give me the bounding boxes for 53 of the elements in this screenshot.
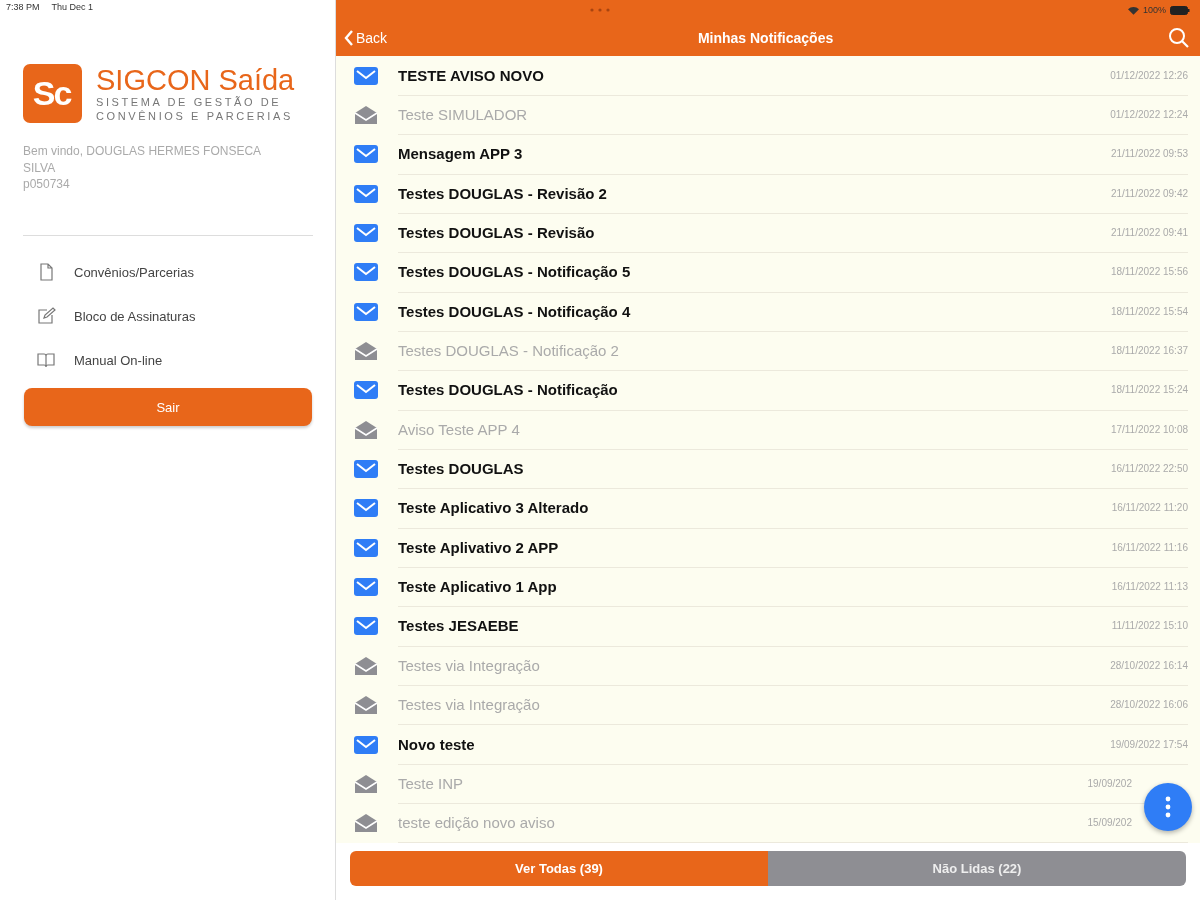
notification-date: 15/09/202 (1087, 817, 1133, 829)
menu-item[interactable]: Bloco de Assinaturas (74, 308, 196, 324)
notification-date: 11/11/2022 15:10 (1111, 620, 1188, 632)
notification-title[interactable]: Mensagem APP 3 (398, 145, 523, 163)
notification-title[interactable]: TESTE AVISO NOVO (398, 66, 544, 84)
notification-title[interactable]: Testes DOUGLAS - Revisão (398, 224, 595, 242)
notification-date: 18/11/2022 15:24 (1110, 384, 1188, 396)
notification-title[interactable]: Testes JESAEBE (398, 617, 519, 635)
notification-title[interactable]: Novo teste (398, 735, 475, 753)
notification-date: 21/11/2022 09:42 (1110, 187, 1188, 199)
notification-date: 19/09/202 (1087, 777, 1133, 789)
notification-date: 16/11/2022 11:13 (1111, 581, 1188, 593)
notification-date: 01/12/2022 12:24 (1110, 109, 1188, 120)
notification-date: 16/11/2022 22:50 (1110, 463, 1188, 475)
battery-icon (1170, 5, 1190, 15)
edit-icon (36, 306, 56, 326)
notification-title[interactable]: Testes DOUGLAS - Notificação 4 (398, 302, 631, 320)
chevron-left-icon[interactable] (344, 30, 354, 46)
battery-percent: 100% (1142, 5, 1166, 15)
notification-title[interactable]: Teste Aplicativo 1 App (398, 578, 557, 596)
notification-title[interactable]: Testes DOUGLAS - Revisão 2 (398, 184, 607, 202)
notification-date: 21/11/2022 09:41 (1110, 227, 1188, 239)
book-icon (36, 350, 56, 370)
wifi-icon (1127, 5, 1139, 15)
notification-date: 28/10/2022 16:14 (1110, 659, 1188, 671)
notification-date: 28/10/2022 16:06 (1110, 699, 1188, 711)
app-logo: Sc (23, 64, 82, 123)
notification-date: 16/11/2022 11:16 (1111, 541, 1188, 553)
notification-title[interactable]: Testes DOUGLAS - Notificação (398, 381, 618, 399)
notification-date: 21/11/2022 09:53 (1110, 148, 1188, 160)
status-date: Thu Dec 1 (51, 2, 94, 14)
screen-title: Minhas Notificações (696, 30, 835, 46)
notification-title[interactable]: Testes DOUGLAS (398, 460, 524, 478)
menu-item[interactable]: Convênios/Parcerias (74, 264, 194, 280)
status-time: 7:38 PM (6, 2, 40, 14)
notification-date: 18/11/2022 15:54 (1110, 305, 1188, 317)
search-icon[interactable] (1168, 27, 1190, 49)
notification-date: 01/12/2022 12:26 (1110, 69, 1188, 81)
app-subtitle: CONVÊNIOS E PARCERIAS (96, 108, 294, 123)
notification-title[interactable]: Teste Aplivativo 2 APP (398, 538, 559, 556)
notification-date: 16/11/2022 11:20 (1111, 502, 1188, 514)
notification-date: 19/09/2022 17:54 (1110, 738, 1188, 750)
notification-date: 18/11/2022 15:56 (1110, 266, 1188, 278)
notification-title[interactable]: Teste Aplicativo 3 Alterado (398, 499, 589, 517)
user-id: p050734 (23, 177, 71, 191)
notification-date: 17/11/2022 10:08 (1110, 423, 1188, 435)
multitask-dots-icon[interactable] (590, 8, 610, 12)
more-vertical-icon[interactable] (1165, 796, 1171, 818)
app-title: SIGCON Saída (96, 64, 295, 95)
app-subtitle: SISTEMA DE GESTÃO DE (96, 94, 283, 109)
notification-date: 18/11/2022 16:37 (1110, 345, 1188, 357)
menu-item[interactable]: Manual On-line (74, 352, 163, 368)
notification-title[interactable]: Testes DOUGLAS - Notificação 5 (398, 263, 631, 281)
